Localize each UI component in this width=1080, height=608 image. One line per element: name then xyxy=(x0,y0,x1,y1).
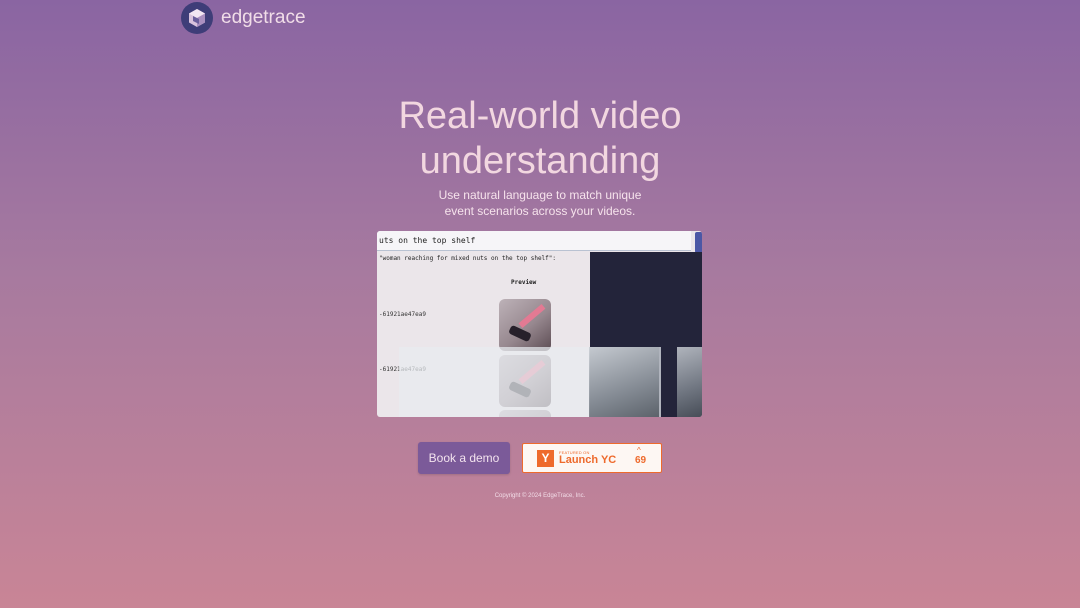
book-demo-button[interactable]: Book a demo xyxy=(418,442,510,474)
copyright-text: Copyright © 2024 EdgeTrace, Inc. xyxy=(494,493,586,499)
demo-video-frame xyxy=(677,347,702,417)
hero-subtitle: Use natural language to match unique eve… xyxy=(0,187,1080,219)
demo-video-frame xyxy=(589,347,659,417)
brand-name: edgetrace xyxy=(221,7,306,28)
hero-subtitle-line-2: event scenarios across your videos. xyxy=(444,204,636,218)
cube-logo-icon xyxy=(181,2,213,34)
brand-logo[interactable]: edgetrace xyxy=(181,2,306,34)
demo-query-text: "woman reaching for mixed nuts on the to… xyxy=(379,255,557,262)
yc-upvote-count: 69 xyxy=(635,455,647,466)
caret-up-icon: ^ xyxy=(637,446,641,455)
demo-search-button xyxy=(695,232,702,253)
hero-title-line-1: Real-world video xyxy=(398,95,682,137)
hero-title: Real-world video understanding xyxy=(0,94,1080,184)
demo-search-bar: uts on the top shelf xyxy=(377,231,691,251)
demo-video-preview: uts on the top shelf "woman reaching for… xyxy=(377,231,702,417)
yc-logo-icon: Y xyxy=(537,450,554,467)
demo-result-thumbnail xyxy=(499,299,551,351)
demo-result-id: -61921ae47ea9 xyxy=(379,311,426,318)
yc-launch-label: Launch YC xyxy=(559,454,617,466)
hero-subtitle-line-1: Use natural language to match unique xyxy=(438,188,642,202)
hero-title-line-2: understanding xyxy=(419,140,661,182)
demo-preview-header: Preview xyxy=(511,279,537,286)
launch-yc-badge[interactable]: Y FEATURED ON Launch YC ^ 69 xyxy=(522,443,662,473)
